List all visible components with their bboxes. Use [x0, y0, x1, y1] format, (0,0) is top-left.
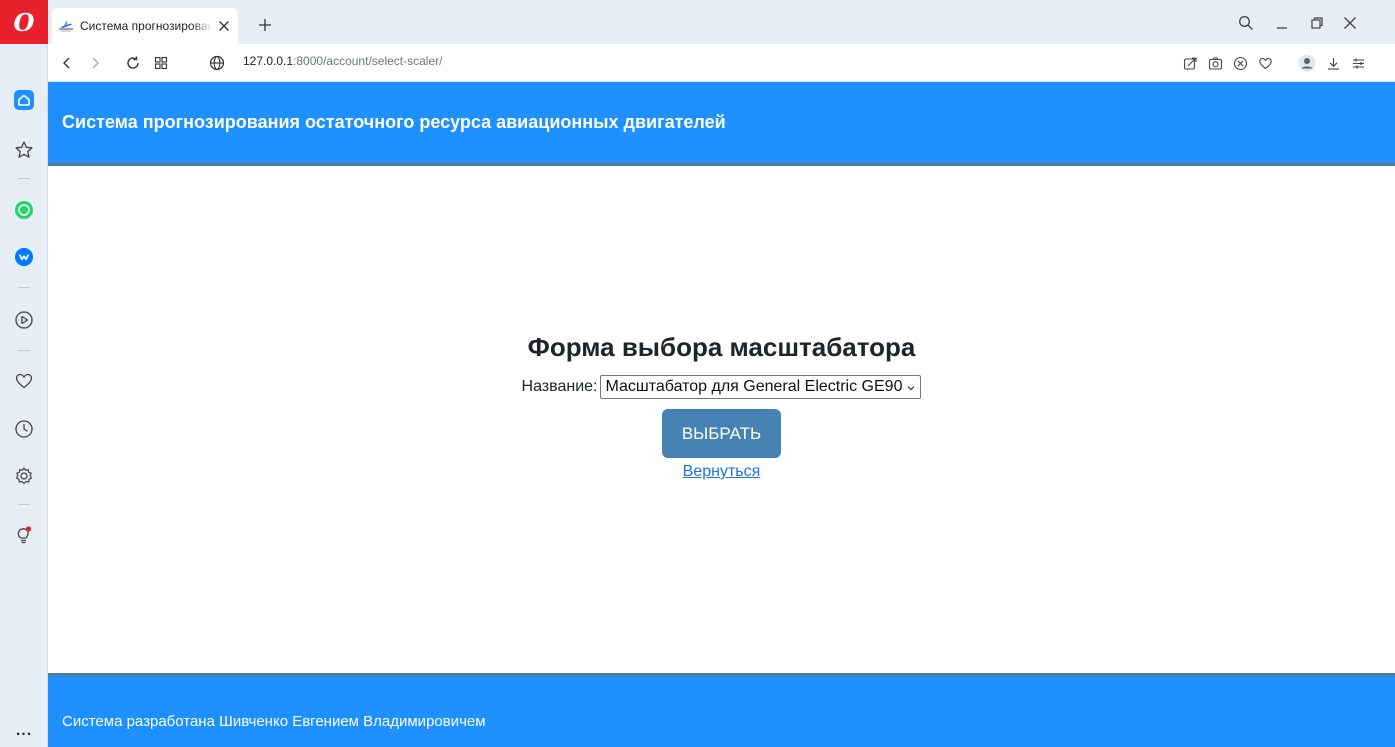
back-link[interactable]: Вернуться — [683, 463, 761, 481]
settings-gear-icon[interactable] — [12, 464, 36, 488]
back-arrow-icon[interactable] — [55, 51, 79, 75]
camera-snapshot-icon[interactable] — [1203, 51, 1227, 75]
bookmark-heart-icon[interactable] — [1253, 51, 1277, 75]
site-title: Система прогнозирования остаточного ресу… — [62, 111, 726, 132]
site-footer: Система разработана Шивченко Евгением Вл… — [48, 673, 1395, 747]
select-submit-button[interactable]: ВЫБРАТЬ — [662, 409, 781, 458]
close-window-icon[interactable] — [1339, 12, 1361, 34]
sidebar-divider — [18, 178, 30, 179]
address-bar-row: 127.0.0.1:8000/account/select-scaler/ — [48, 44, 1395, 82]
easy-setup-sliders-icon[interactable] — [1346, 51, 1370, 75]
new-tab-plus-icon[interactable] — [254, 14, 276, 36]
tab-strip: Система прогнозирования остаточного ресу… — [48, 0, 1395, 44]
vk-icon[interactable] — [12, 245, 36, 269]
lightbulb-icon[interactable] — [12, 523, 36, 547]
minimize-icon[interactable] — [1271, 12, 1293, 34]
tab-title: Система прогнозирования остаточного ресу… — [80, 19, 212, 33]
web-page: Система прогнозирования остаточного ресу… — [48, 82, 1395, 747]
download-icon[interactable] — [1321, 51, 1345, 75]
plane-icon — [58, 18, 74, 34]
chevron-down-icon — [905, 382, 917, 394]
site-header: Система прогнозирования остаточного ресу… — [48, 82, 1395, 166]
globe-icon[interactable] — [205, 51, 229, 75]
sidebar-divider — [18, 287, 30, 288]
tab-close-icon[interactable] — [218, 18, 230, 34]
star-icon[interactable] — [12, 138, 36, 162]
search-icon[interactable] — [1235, 12, 1257, 34]
sidebar-divider — [18, 350, 30, 351]
form-title: Форма выбора масштабатора — [527, 332, 916, 362]
sidebar-more-icon[interactable]: ... — [10, 722, 38, 740]
name-label: Название: — [521, 378, 598, 395]
restore-icon[interactable] — [1306, 12, 1328, 34]
share-icon[interactable] — [1178, 51, 1202, 75]
url-host: 127.0.0.1 — [243, 54, 294, 68]
browser-tab[interactable]: Система прогнозирования остаточного ресу… — [52, 8, 238, 44]
player-icon[interactable] — [12, 308, 36, 332]
reload-icon[interactable] — [121, 51, 145, 75]
footer-text: Система разработана Шивченко Евгением Вл… — [62, 712, 486, 730]
scaler-select-form: Форма выбора масштабатора Название: Масш… — [48, 332, 1395, 481]
scaler-select[interactable]: Масштабатор для General Electric GE90 — [600, 375, 922, 399]
browser-window: O ... Система прогнозирован 127.0.0.1:80… — [0, 0, 1395, 747]
browser-sidebar: O ... — [0, 0, 48, 747]
profile-avatar-icon[interactable] — [1295, 51, 1319, 75]
url-path: :8000/account/select-scaler/ — [293, 54, 443, 68]
url-field[interactable]: 127.0.0.1:8000/account/select-scaler/ — [243, 54, 442, 72]
name-field-row: Название: Масштабатор для General Electr… — [522, 375, 922, 399]
tab-grid-icon[interactable] — [149, 51, 173, 75]
scaler-select-value: Масштабатор для General Electric GE90 — [605, 378, 903, 395]
home-icon[interactable] — [12, 88, 36, 112]
ad-block-icon[interactable] — [1228, 51, 1252, 75]
sidebar-more-label: ... — [15, 722, 33, 739]
opera-logo-icon[interactable]: O — [0, 0, 48, 44]
heart-icon[interactable] — [12, 369, 36, 393]
history-clock-icon[interactable] — [12, 417, 36, 441]
sidebar-divider — [18, 504, 30, 505]
whatsapp-icon[interactable] — [12, 198, 36, 222]
forward-arrow-icon[interactable] — [83, 51, 107, 75]
